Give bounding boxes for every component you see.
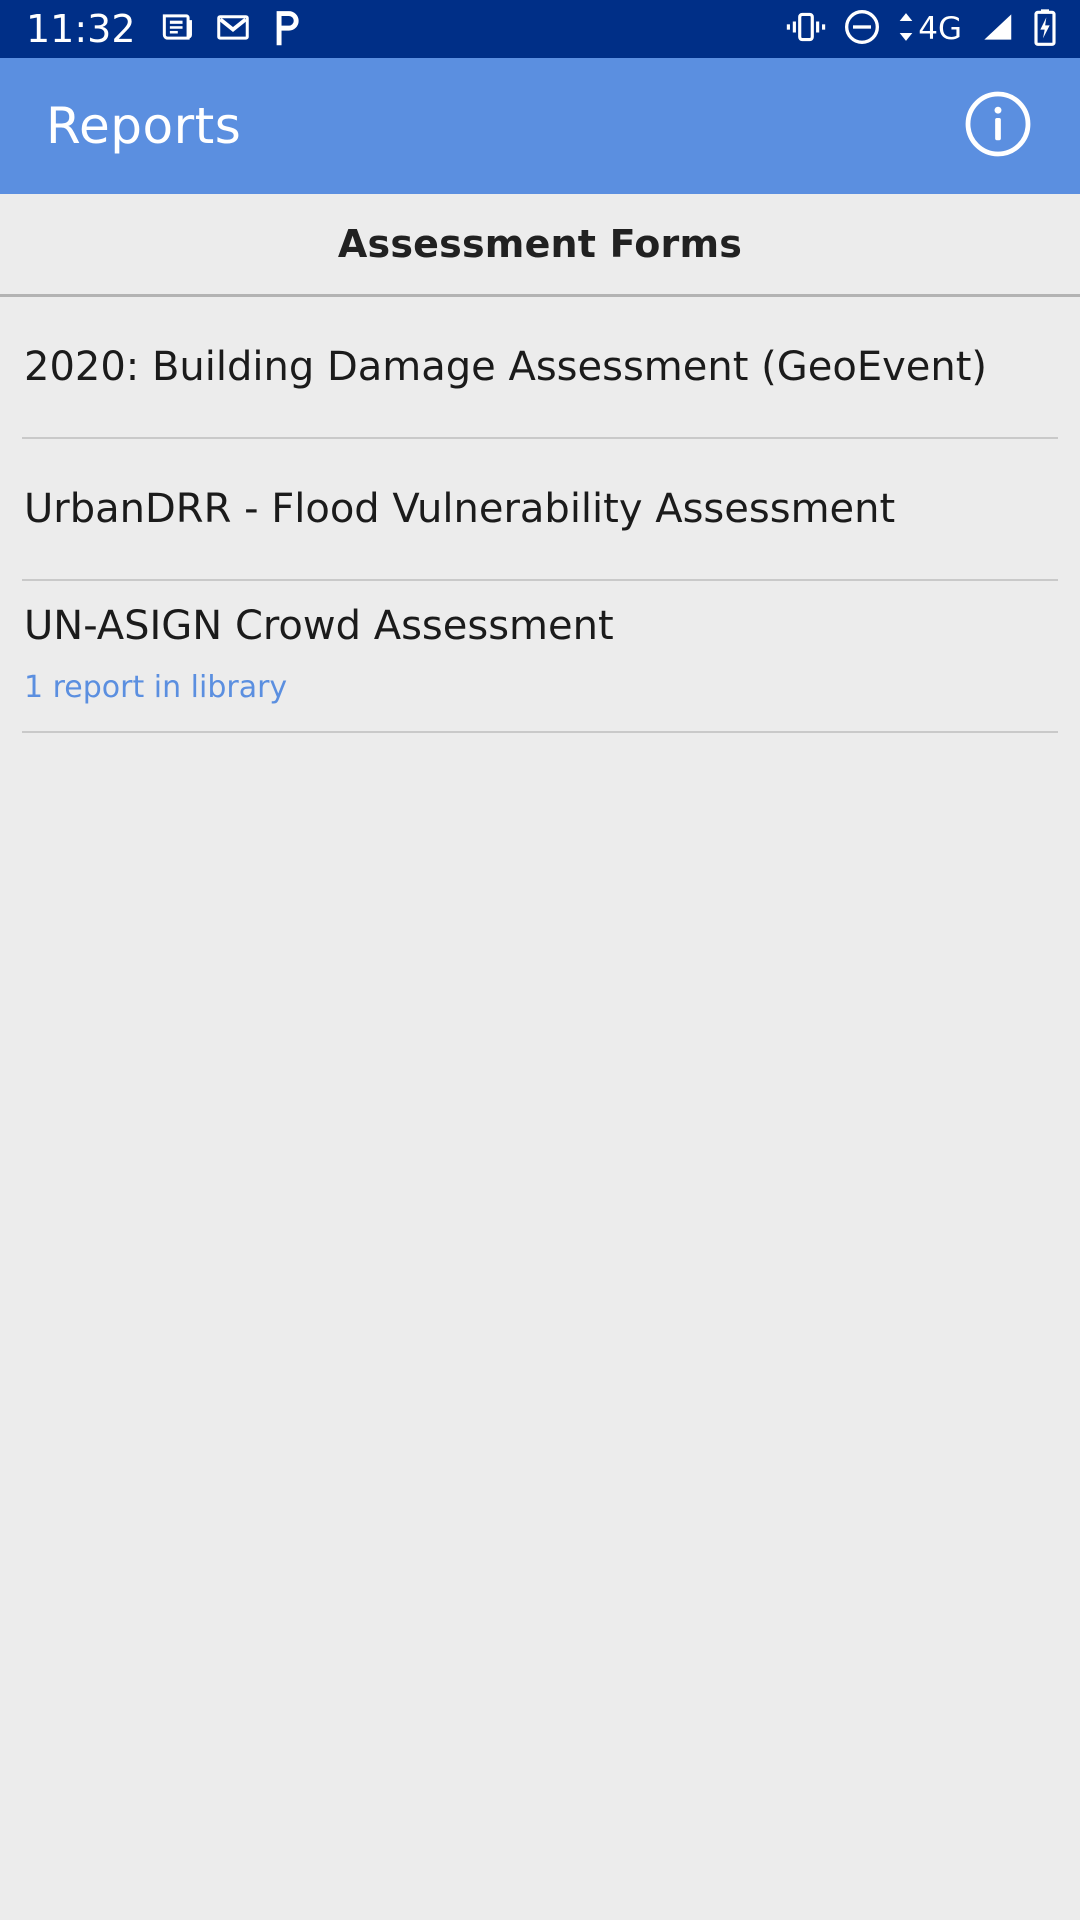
app-bar: Reports: [0, 58, 1080, 194]
form-title: UrbanDRR - Flood Vulnerability Assessmen…: [24, 486, 896, 532]
battery-charging-icon: [1032, 7, 1058, 51]
signal-bars-icon: [976, 8, 1018, 50]
form-report-count-link[interactable]: 1 report in library: [24, 671, 1056, 704]
news-article-icon: [158, 8, 196, 50]
list-item[interactable]: UN-ASIGN Crowd Assessment 1 report in li…: [0, 581, 1080, 731]
gmail-icon: [214, 8, 252, 50]
status-clock: 11:32: [26, 7, 136, 51]
info-circle-icon: [962, 88, 1034, 164]
data-transfer-arrows-icon: [896, 8, 916, 50]
form-title: 2020: Building Damage Assessment (GeoEve…: [24, 344, 988, 390]
pocket-p-icon: [270, 8, 304, 50]
form-title: UN-ASIGN Crowd Assessment: [24, 603, 614, 649]
list-divider: [22, 731, 1058, 733]
list-item[interactable]: 2020: Building Damage Assessment (GeoEve…: [0, 297, 1080, 437]
status-system-icons: 4G: [784, 7, 1058, 51]
network-type-label: 4G: [918, 10, 962, 47]
network-status: 4G: [896, 8, 962, 50]
status-bar: 11:32 4G: [0, 0, 1080, 58]
section-header: Assessment Forms: [0, 194, 1080, 294]
list-item[interactable]: UrbanDRR - Flood Vulnerability Assessmen…: [0, 439, 1080, 579]
page-title: Reports: [46, 97, 242, 155]
section-header-label: Assessment Forms: [337, 222, 743, 266]
content-area: Assessment Forms 2020: Building Damage A…: [0, 194, 1080, 1920]
info-button[interactable]: [960, 88, 1036, 164]
status-notification-icons: [158, 8, 304, 50]
assessment-forms-list: 2020: Building Damage Assessment (GeoEve…: [0, 297, 1080, 733]
do-not-disturb-icon: [842, 7, 882, 51]
vibrate-icon: [784, 8, 828, 50]
